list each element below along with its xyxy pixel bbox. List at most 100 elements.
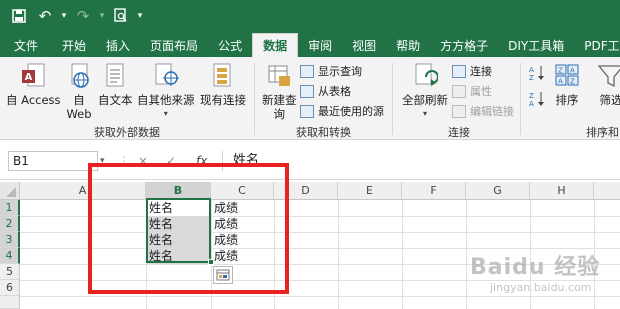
row-header-3[interactable]: 3 (0, 232, 20, 248)
from-access-label: 自 Access (6, 93, 61, 107)
from-access-button[interactable]: A 自 Access (6, 62, 61, 107)
ribbon-separator (254, 63, 255, 135)
row-header-1[interactable]: 1 (0, 200, 20, 216)
row-header-5[interactable]: 5 (0, 264, 20, 280)
gridline (20, 296, 620, 297)
from-text-button[interactable]: 自文本 (98, 62, 133, 107)
ribbon-separator (520, 63, 521, 135)
new-query-button[interactable]: 新建查 询 (262, 62, 297, 121)
show-queries-icon (300, 64, 314, 78)
properties-label: 属性 (470, 85, 492, 98)
properties-button[interactable]: 属性 (452, 83, 492, 99)
sort-button[interactable]: ZAAZ 排序 (554, 62, 580, 107)
from-table-label: 从表格 (318, 85, 351, 98)
show-queries-label: 显示查询 (318, 65, 362, 78)
column-header-f[interactable]: F (402, 182, 466, 200)
tab-fangfang[interactable]: 方方格子 (430, 33, 498, 57)
recent-sources-label: 最近使用的源 (318, 105, 384, 118)
recent-sources-button[interactable]: 最近使用的源 (300, 103, 384, 119)
watermark-sub-text: jingyan.baidu.com (490, 281, 592, 294)
edit-links-button[interactable]: 编辑链接 (452, 103, 514, 119)
filter-button[interactable]: 筛选 (597, 62, 620, 107)
svg-text:A: A (25, 72, 33, 83)
highlight-annotation-box (88, 163, 289, 294)
filter-funnel-icon (597, 62, 620, 90)
ribbon: A 自 Access 自 Web 自文本 自其他来源 ▾ 现有连接 获取外部数据 (0, 57, 620, 140)
tab-page-layout[interactable]: 页面布局 (140, 33, 208, 57)
column-header-g[interactable]: G (466, 182, 530, 200)
svg-text:Z: Z (529, 92, 534, 100)
svg-text:A: A (529, 66, 534, 74)
connections-icon (452, 64, 466, 78)
tab-review[interactable]: 审阅 (298, 33, 342, 57)
refresh-all-label: 全部刷新 (402, 93, 448, 107)
svg-text:A: A (558, 78, 563, 86)
from-table-button[interactable]: 从表格 (300, 83, 351, 99)
save-icon[interactable] (6, 5, 32, 27)
row-header-6[interactable]: 6 (0, 280, 20, 296)
sort-dialog-icon: ZAAZ (554, 62, 580, 90)
from-table-icon (300, 84, 314, 98)
sort-ascending-button[interactable]: AZ (528, 65, 546, 82)
properties-icon (452, 84, 466, 98)
undo-icon[interactable]: ↶ (32, 5, 58, 27)
row-header-4[interactable]: 4 (0, 248, 20, 264)
watermark-main-text: Baidu 经验 (470, 255, 601, 280)
tab-file[interactable]: 文件 (0, 33, 52, 57)
svg-text:A: A (529, 100, 534, 108)
connections-label: 连接 (470, 65, 492, 78)
edit-links-icon (452, 104, 466, 118)
select-all-corner[interactable] (0, 182, 20, 200)
other-sources-icon (153, 62, 179, 90)
sort-descending-button[interactable]: ZA (528, 91, 546, 108)
column-header-e[interactable]: E (338, 182, 402, 200)
existing-connections-button[interactable]: 现有连接 (200, 62, 246, 107)
tab-view[interactable]: 视图 (342, 33, 386, 57)
from-web-label-2: Web (66, 107, 92, 121)
tab-formulas[interactable]: 公式 (208, 33, 252, 57)
filter-label: 筛选 (599, 93, 620, 107)
undo-dropdown-icon[interactable]: ▾ (58, 5, 70, 27)
tab-insert[interactable]: 插入 (96, 33, 140, 57)
web-globe-icon (66, 62, 92, 90)
group-connections-label: 连接 (448, 126, 470, 139)
new-query-label-2: 询 (273, 107, 286, 121)
recent-sources-icon (300, 104, 314, 118)
row-header-2[interactable]: 2 (0, 216, 20, 232)
new-query-icon (266, 62, 292, 90)
edit-links-label: 编辑链接 (470, 105, 514, 118)
customize-icon[interactable]: ▾ (134, 5, 146, 27)
connections-button[interactable]: 连接 (452, 63, 492, 79)
title-bar: ↶ ▾ ↷ ▾ ▾ (0, 0, 620, 31)
column-header-h[interactable]: H (530, 182, 594, 200)
name-box[interactable]: B1 (8, 151, 98, 171)
sort-label: 排序 (555, 93, 579, 107)
from-web-label-1: 自 (73, 93, 85, 107)
refresh-all-button[interactable]: 全部刷新 ▾ (402, 62, 448, 121)
svg-text:Z: Z (529, 74, 534, 82)
tab-help[interactable]: 帮助 (386, 33, 430, 57)
tab-pdf-tools[interactable]: PDF工具 (574, 33, 620, 57)
svg-text:A: A (570, 67, 575, 75)
from-other-sources-button[interactable]: 自其他来源 ▾ (137, 62, 195, 121)
tab-home[interactable]: 开始 (52, 33, 96, 57)
ribbon-tabs: 文件 开始 插入 页面布局 公式 数据 审阅 视图 帮助 方方格子 DIY工具箱… (0, 31, 620, 57)
from-web-button[interactable]: 自 Web (66, 62, 92, 121)
row-header-7[interactable] (0, 296, 20, 309)
group-get-transform-label: 获取和转换 (296, 126, 351, 139)
from-other-sources-label: 自其他来源 (137, 93, 195, 107)
tab-diy-toolbox[interactable]: DIY工具箱 (498, 33, 574, 57)
column-header-partial[interactable] (594, 182, 620, 200)
access-icon: A (20, 62, 46, 90)
ribbon-separator (392, 63, 393, 135)
tab-data[interactable]: 数据 (252, 33, 299, 57)
refresh-all-icon (412, 62, 439, 90)
redo-dropdown-icon[interactable]: ▾ (96, 5, 108, 27)
redo-icon[interactable]: ↷ (70, 5, 96, 27)
from-text-label: 自文本 (98, 93, 133, 107)
svg-text:Z: Z (558, 67, 563, 75)
show-queries-button[interactable]: 显示查询 (300, 63, 362, 79)
sort-za-icon: ZA (529, 92, 544, 108)
print-preview-icon[interactable] (108, 5, 134, 27)
new-query-label-1: 新建查 (262, 93, 297, 107)
